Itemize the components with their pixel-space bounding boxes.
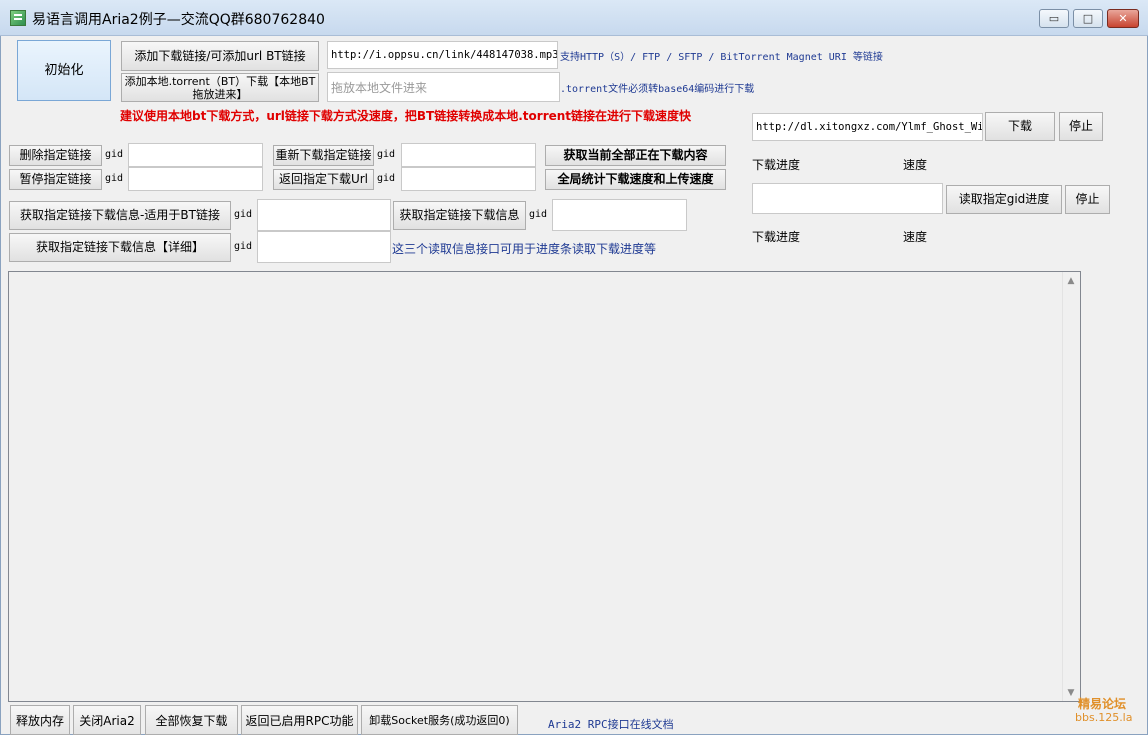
progress-label: 下载进度	[752, 158, 801, 172]
info-gid-input[interactable]	[552, 199, 687, 231]
rpc-doc-link[interactable]: Aria2 RPC接口在线文档	[548, 716, 674, 732]
vertical-scrollbar[interactable]	[1062, 272, 1080, 701]
unload-socket-button[interactable]: 卸载Socket服务(成功返回0)	[361, 705, 518, 735]
output-textarea[interactable]	[8, 271, 1081, 702]
read-gid-progress-button[interactable]: 读取指定gid进度	[946, 185, 1062, 214]
maximize-button[interactable]: □	[1073, 9, 1103, 28]
global-stats-button[interactable]: 全局统计下载速度和上传速度	[545, 169, 726, 190]
stop-button[interactable]: 停止	[1059, 112, 1103, 141]
pause-gid-input[interactable]	[128, 167, 263, 191]
gid-label: gid	[377, 173, 396, 184]
stop-button-2[interactable]: 停止	[1065, 185, 1110, 214]
pause-link-button[interactable]: 暂停指定链接	[9, 169, 102, 190]
gid-label: gid	[105, 149, 124, 160]
get-info-button[interactable]: 获取指定链接下载信息	[393, 201, 526, 230]
speed-label-2: 速度	[903, 230, 928, 244]
torrent-drop-input[interactable]: 拖放本地文件进来	[327, 72, 560, 102]
detail-gid-input[interactable]	[257, 231, 391, 263]
gid-label: gid	[105, 173, 124, 184]
resume-all-button[interactable]: 全部恢复下载	[145, 705, 238, 735]
torrent-hint: .torrent文件必须转base64编码进行下载	[560, 84, 755, 95]
close-button[interactable]: ✕	[1107, 9, 1139, 28]
release-memory-button[interactable]: 释放内存	[10, 705, 70, 735]
return-url-gid-input[interactable]	[401, 167, 536, 191]
get-detail-info-button[interactable]: 获取指定链接下载信息【详细】	[9, 233, 231, 262]
gid-label: gid	[234, 209, 253, 220]
watermark-name: 精易论坛	[1078, 697, 1127, 711]
download-button[interactable]: 下载	[985, 112, 1055, 141]
download-url-input[interactable]: http://dl.xitongxz.com/Ylmf_Ghost_Win7	[752, 113, 983, 141]
return-rpc-button[interactable]: 返回已启用RPC功能	[241, 705, 358, 735]
warning-text: 建议使用本地bt下载方式，url链接下载方式没速度，把BT链接转换成本地.tor…	[120, 109, 692, 123]
progress-label-2: 下载进度	[752, 230, 801, 244]
gid-progress-input[interactable]	[752, 183, 943, 214]
get-all-downloading-button[interactable]: 获取当前全部正在下载内容	[545, 145, 726, 166]
minimize-button[interactable]: ▭	[1039, 9, 1069, 28]
get-bt-info-button[interactable]: 获取指定链接下载信息-适用于BT链接	[9, 201, 231, 230]
watermark-url: bbs.125.la	[1075, 711, 1133, 724]
gid-label: gid	[377, 149, 396, 160]
url-input[interactable]: http://i.oppsu.cn/link/448147038.mp3	[327, 41, 558, 69]
bt-info-gid-input[interactable]	[257, 199, 391, 231]
remove-gid-input[interactable]	[128, 143, 263, 167]
gid-label: gid	[529, 209, 548, 220]
speed-label: 速度	[903, 158, 928, 172]
redownload-link-button[interactable]: 重新下载指定链接	[273, 145, 374, 166]
close-aria2-button[interactable]: 关闭Aria2	[73, 705, 141, 735]
add-torrent-button[interactable]: 添加本地.torrent（BT）下载【本地BT拖放进来】	[121, 73, 319, 102]
return-url-button[interactable]: 返回指定下载Url	[273, 169, 374, 190]
redownload-gid-input[interactable]	[401, 143, 536, 167]
scroll-up-icon[interactable]: ▲	[1062, 273, 1080, 289]
init-button[interactable]: 初始化	[17, 40, 111, 101]
app-icon	[10, 10, 26, 26]
gid-label: gid	[234, 241, 253, 252]
url-support-hint: 支持HTTP（S）/ FTP / SFTP / BitTorrent Magne…	[560, 52, 883, 63]
remove-link-button[interactable]: 删除指定链接	[9, 145, 102, 166]
window-title: 易语言调用Aria2例子—交流QQ群680762840	[32, 12, 325, 28]
add-url-button[interactable]: 添加下载链接/可添加url BT链接	[121, 41, 319, 71]
info-hint: 这三个读取信息接口可用于进度条读取下载进度等	[392, 242, 657, 256]
